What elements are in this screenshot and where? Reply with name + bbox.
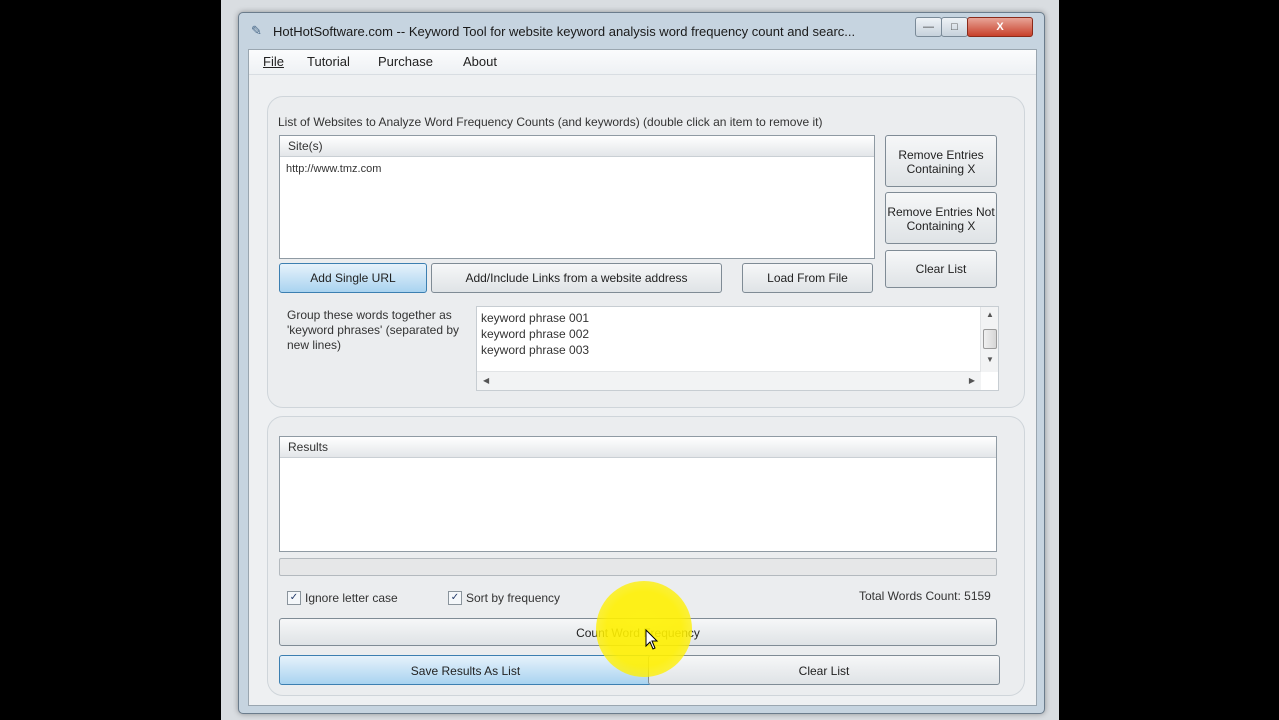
- sites-column-label: Site(s): [288, 139, 323, 153]
- phrases-vertical-scrollbar[interactable]: ▲ ▼: [980, 307, 998, 372]
- sites-group: List of Websites to Analyze Word Frequen…: [267, 96, 1025, 408]
- scroll-thumb[interactable]: [983, 329, 997, 349]
- sites-caption: List of Websites to Analyze Word Frequen…: [278, 115, 823, 129]
- ignore-case-label: Ignore letter case: [305, 591, 398, 605]
- menu-bar: File Tutorial Purchase About: [249, 50, 1036, 75]
- add-links-label: Add/Include Links from a website address: [465, 271, 688, 285]
- phrase-line: keyword phrase 002: [481, 327, 590, 341]
- phrases-textarea[interactable]: keyword phrase 001 keyword phrase 002 ke…: [476, 306, 999, 391]
- menu-tutorial[interactable]: Tutorial: [307, 54, 350, 69]
- menu-about[interactable]: About: [463, 54, 497, 69]
- cursor-highlight: [596, 581, 692, 677]
- window-title: HotHotSoftware.com -- Keyword Tool for w…: [273, 24, 856, 39]
- add-single-url-button[interactable]: Add Single URL: [279, 263, 427, 293]
- menu-purchase[interactable]: Purchase: [378, 54, 433, 69]
- remove-containing-label: Remove Entries Containing X: [898, 148, 984, 176]
- load-from-file-label: Load From File: [767, 271, 848, 285]
- clear-sites-label: Clear List: [915, 262, 967, 276]
- maximize-button[interactable]: □: [941, 17, 968, 37]
- scroll-down-icon[interactable]: ▼: [986, 355, 994, 364]
- results-column-header[interactable]: Results: [280, 437, 996, 458]
- save-results-button[interactable]: Save Results As List: [279, 655, 652, 685]
- results-column-label: Results: [288, 440, 329, 454]
- ignore-case-checkbox[interactable]: ✓: [287, 591, 301, 605]
- total-words-count: Total Words Count: 5159: [859, 589, 991, 603]
- minimize-button[interactable]: —: [915, 17, 942, 37]
- sites-column-header[interactable]: Site(s): [280, 136, 874, 157]
- menu-file[interactable]: File: [263, 54, 284, 69]
- sites-listbox[interactable]: Site(s) http://www.tmz.com: [279, 135, 875, 259]
- progress-bar: [279, 558, 997, 576]
- mouse-pointer-icon: [645, 629, 659, 650]
- load-from-file-button[interactable]: Load From File: [742, 263, 873, 293]
- clear-results-button[interactable]: Clear List: [648, 655, 1000, 685]
- feather-icon: ✎: [251, 23, 262, 38]
- remove-not-containing-button[interactable]: Remove Entries Not Containing X: [885, 192, 997, 244]
- scroll-up-icon[interactable]: ▲: [986, 310, 994, 319]
- remove-not-containing-label: Remove Entries Not Containing X: [887, 205, 995, 233]
- sort-frequency-checkbox[interactable]: ✓: [448, 591, 462, 605]
- results-listbox[interactable]: Results: [279, 436, 997, 552]
- scroll-left-icon[interactable]: ◀: [483, 376, 489, 385]
- title-bar[interactable]: ✎ HotHotSoftware.com -- Keyword Tool for…: [239, 13, 1044, 48]
- phrase-line: keyword phrase 001: [481, 311, 590, 325]
- sort-frequency-label: Sort by frequency: [466, 591, 561, 605]
- phrases-horizontal-scrollbar[interactable]: ◀ ▶: [477, 371, 981, 390]
- phrases-caption: Group these words together as 'keyword p…: [287, 308, 460, 352]
- phrase-line: keyword phrase 003: [481, 343, 590, 357]
- clear-results-label: Clear List: [798, 664, 850, 678]
- close-button[interactable]: X: [967, 17, 1033, 37]
- list-item[interactable]: http://www.tmz.com: [286, 163, 381, 175]
- remove-containing-button[interactable]: Remove Entries Containing X: [885, 135, 997, 187]
- clear-sites-button[interactable]: Clear List: [885, 250, 997, 288]
- scroll-right-icon[interactable]: ▶: [969, 376, 975, 385]
- save-results-label: Save Results As List: [410, 664, 521, 678]
- add-links-button[interactable]: Add/Include Links from a website address: [431, 263, 722, 293]
- add-single-url-label: Add Single URL: [310, 271, 396, 285]
